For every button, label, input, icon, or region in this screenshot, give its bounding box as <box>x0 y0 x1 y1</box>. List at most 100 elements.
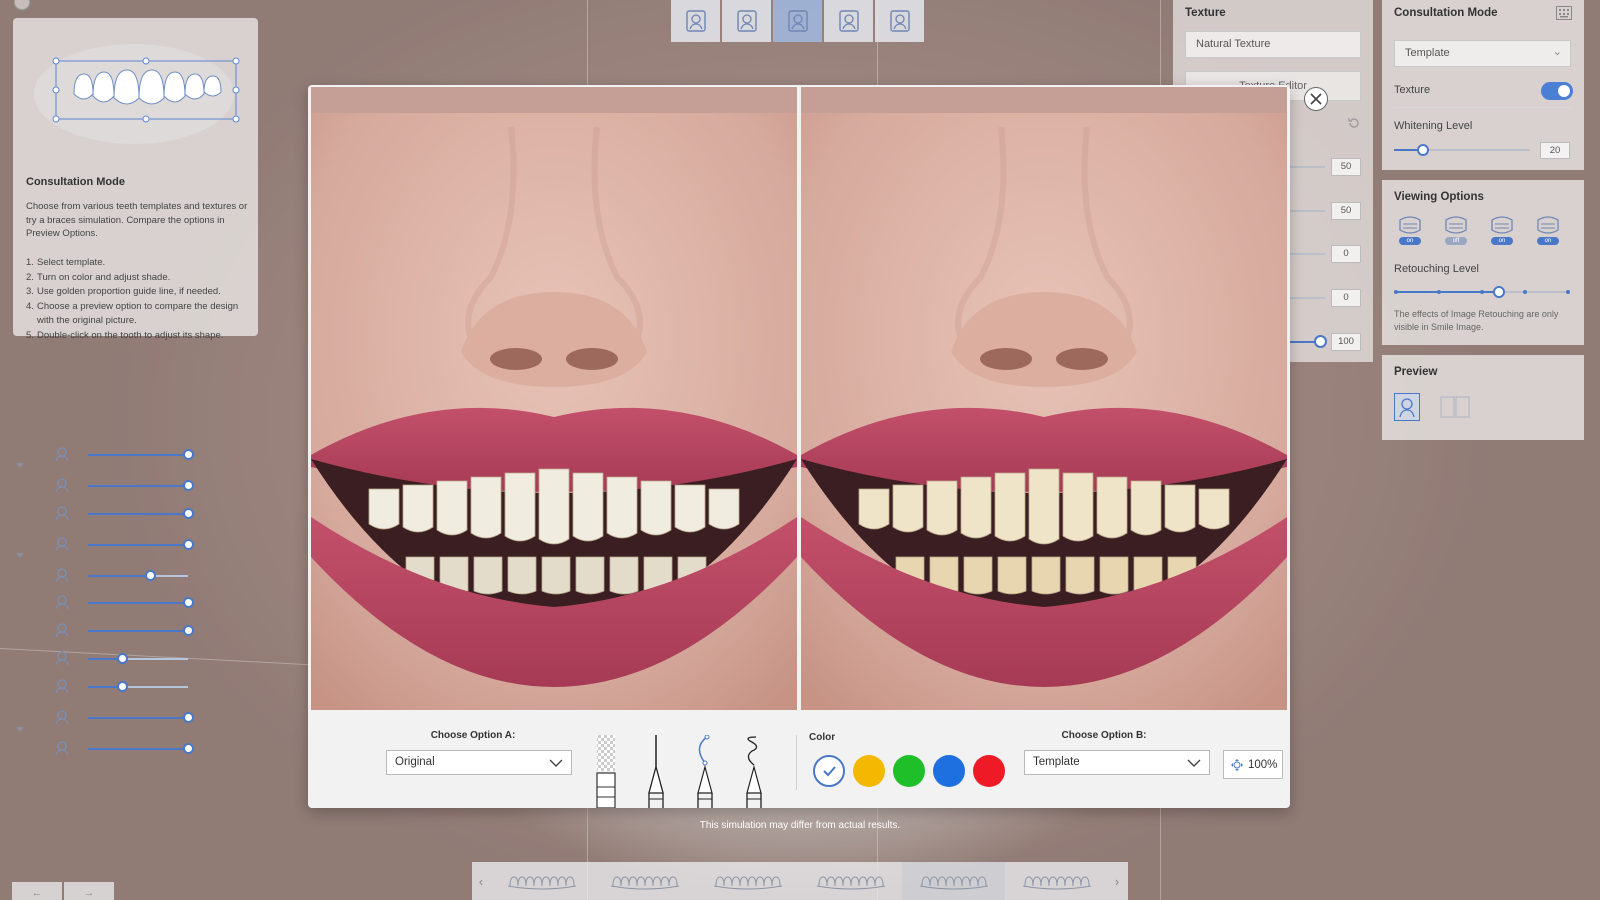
checklist-button[interactable] <box>875 0 924 42</box>
pen-tool-icon[interactable] <box>642 735 670 808</box>
slider-tick <box>1523 290 1527 294</box>
guide-title: Consultation Mode <box>26 176 125 188</box>
slider-tick <box>1480 290 1484 294</box>
slider-knob[interactable] <box>145 570 156 581</box>
slider-knob[interactable] <box>183 597 194 608</box>
close-button[interactable] <box>1304 87 1328 111</box>
top-toolbar <box>671 0 924 42</box>
texture-select[interactable]: Natural Texture <box>1185 31 1361 58</box>
comparison-modal: Choose Option A: Original Color Choose O… <box>308 85 1328 808</box>
view-retouch-toggle[interactable]: on <box>1532 214 1564 246</box>
color-swatch[interactable] <box>933 755 965 787</box>
slider-tick <box>1394 290 1398 294</box>
template-option[interactable] <box>696 862 799 900</box>
toggle-pill: on <box>1399 237 1421 245</box>
slider-fill <box>88 544 188 546</box>
tooth-position-icon <box>54 678 70 694</box>
texture-toggle-label: Texture <box>1394 84 1431 96</box>
slider-fill <box>88 630 188 632</box>
texture-value[interactable]: 100 <box>1331 333 1361 351</box>
slider-knob[interactable] <box>117 653 128 664</box>
left-slider[interactable] <box>14 505 194 523</box>
viewing-options-panel: Viewing Options on off on on Retouching Lev… <box>1382 180 1584 345</box>
teeth-full-icon <box>54 709 70 725</box>
teeth-template-icon <box>1022 876 1091 890</box>
consultation-icon <box>787 10 808 32</box>
slider-knob[interactable] <box>183 743 194 754</box>
slider-fill <box>88 454 188 456</box>
next-button[interactable]: → <box>64 882 114 900</box>
left-slider[interactable] <box>14 678 188 696</box>
slider-knob[interactable] <box>183 480 194 491</box>
slider-knob[interactable] <box>1314 335 1327 348</box>
texture-value[interactable]: 50 <box>1331 202 1361 220</box>
consultation-guide-card: Consultation Mode Choose from various te… <box>13 18 258 341</box>
alignment-icon <box>736 10 757 32</box>
slider-knob[interactable] <box>183 712 194 723</box>
view-teeth-toggle[interactable]: on <box>1486 214 1518 246</box>
option-b-dropdown[interactable]: Template <box>1024 750 1210 775</box>
left-slider[interactable] <box>14 567 188 585</box>
alignment-button[interactable] <box>722 0 771 42</box>
option-a-label: Choose Option A: <box>430 730 516 741</box>
preview-single-button[interactable] <box>1394 393 1420 421</box>
template-option[interactable] <box>490 862 593 900</box>
whitening-knob[interactable] <box>1417 144 1429 156</box>
zoom-control[interactable]: 100% <box>1223 750 1283 779</box>
left-slider[interactable] <box>14 709 194 727</box>
photo-face-button[interactable] <box>671 0 720 42</box>
collapse-caret-icon[interactable] <box>16 463 24 468</box>
guide-step: 5. Double-click on the tooth to adjust it… <box>26 329 224 341</box>
color-label: Color <box>809 732 836 743</box>
left-slider[interactable] <box>14 622 194 640</box>
chevron-down-icon: ⌄ <box>1552 46 1562 58</box>
template-option[interactable] <box>593 862 696 900</box>
left-slider[interactable] <box>14 446 194 464</box>
option-a-dropdown[interactable]: Original <box>386 750 572 775</box>
texture-value[interactable]: 0 <box>1331 289 1361 307</box>
left-slider[interactable] <box>14 477 194 495</box>
view-braces-toggle[interactable]: off <box>1440 214 1472 246</box>
collapse-caret-icon[interactable] <box>16 553 24 558</box>
curve-pen-tool-icon[interactable] <box>691 735 719 808</box>
whitening-value[interactable]: 20 <box>1540 142 1570 159</box>
consultation-button[interactable] <box>773 0 822 42</box>
preview-split-button[interactable] <box>1438 393 1472 421</box>
slider-fill <box>88 575 150 577</box>
texture-value[interactable]: 0 <box>1331 245 1361 263</box>
template-option[interactable] <box>799 862 902 900</box>
color-swatch[interactable] <box>813 755 845 787</box>
slider-knob[interactable] <box>183 625 194 636</box>
left-slider[interactable] <box>14 536 194 554</box>
left-slider[interactable] <box>14 650 188 668</box>
color-swatch[interactable] <box>853 755 885 787</box>
left-slider[interactable] <box>14 740 194 758</box>
slider-knob[interactable] <box>1493 286 1505 298</box>
left-slider[interactable] <box>14 594 194 612</box>
slider-knob[interactable] <box>183 508 194 519</box>
texture-value[interactable]: 50 <box>1331 158 1361 176</box>
preview-title: Preview <box>1394 366 1438 378</box>
slider-knob[interactable] <box>183 539 194 550</box>
template-option[interactable] <box>902 862 1005 900</box>
texture-toggle[interactable] <box>1541 82 1573 100</box>
chevron-down-icon <box>549 759 563 767</box>
template-select[interactable]: Template ⌄ <box>1394 40 1571 67</box>
color-swatch[interactable] <box>973 755 1005 787</box>
keyboard-icon[interactable] <box>1556 6 1572 20</box>
freehand-pen-tool-icon[interactable] <box>740 735 768 808</box>
template-option[interactable] <box>1005 862 1108 900</box>
scroll-left-icon[interactable]: ‹ <box>472 874 490 889</box>
view-face-toggle[interactable]: on <box>1394 214 1426 246</box>
toggle-pill: on <box>1537 237 1559 245</box>
back-button[interactable]: ← <box>12 882 62 900</box>
slider-knob[interactable] <box>117 681 128 692</box>
slider-knob[interactable] <box>183 449 194 460</box>
retouching-slider[interactable] <box>1394 286 1570 298</box>
eraser-tool-icon[interactable] <box>592 735 620 808</box>
scroll-right-icon[interactable]: › <box>1108 874 1126 889</box>
reset-icon[interactable] <box>1347 116 1361 130</box>
color-swatch[interactable] <box>893 755 925 787</box>
teeth-design-button[interactable] <box>824 0 873 42</box>
collapse-caret-icon[interactable] <box>16 727 24 732</box>
